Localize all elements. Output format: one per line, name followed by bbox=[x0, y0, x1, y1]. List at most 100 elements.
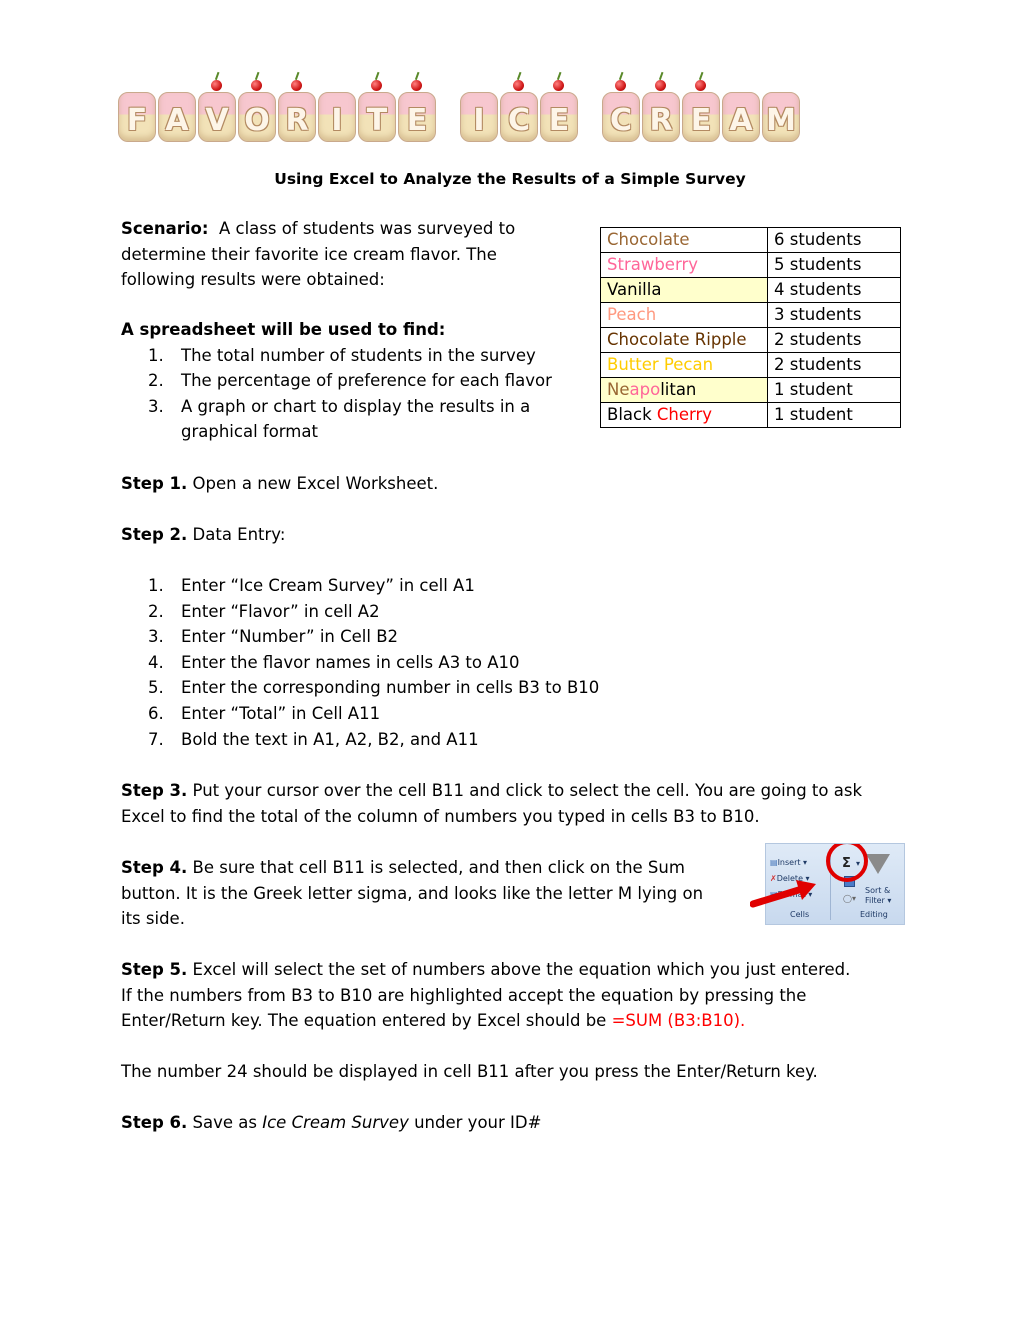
list-number: 4. bbox=[148, 652, 164, 672]
list-text: Enter “Number” in Cell B2 bbox=[181, 627, 399, 647]
count-cell: 1 student bbox=[767, 377, 901, 403]
list-item: 6. Enter “Total” in Cell A11 bbox=[121, 701, 681, 727]
banner-letter: T bbox=[358, 71, 396, 142]
step-5-text: Excel will select the set of numbers abo… bbox=[192, 960, 851, 979]
flavor-cell: Strawberry bbox=[600, 252, 768, 278]
banner-letter: V bbox=[198, 71, 236, 142]
list-number: 6. bbox=[148, 703, 164, 723]
list-item: 2. Enter “Flavor” in cell A2 bbox=[121, 599, 681, 625]
list-text: Enter “Total” in Cell A11 bbox=[181, 703, 381, 723]
step-5-label: Step 5. bbox=[121, 960, 188, 979]
list-text: Enter the flavor names in cells A3 to A1… bbox=[181, 652, 520, 672]
list-item: 4. Enter the flavor names in cells A3 to … bbox=[121, 650, 681, 676]
banner-letter: I bbox=[318, 80, 356, 142]
count-cell: 4 students bbox=[767, 277, 901, 303]
step-1-text: Open a new Excel Worksheet. bbox=[192, 474, 439, 493]
banner-letter: E bbox=[682, 71, 720, 142]
goals-heading: A spreadsheet will be used to find: bbox=[121, 320, 446, 339]
cherry-icon bbox=[513, 80, 524, 91]
list-item: graphical format bbox=[121, 419, 591, 445]
table-row: Butter Pecan 2 students bbox=[600, 352, 901, 378]
scenario-text: following results were obtained: bbox=[121, 270, 385, 290]
list-text: Enter the corresponding number in cells … bbox=[181, 678, 600, 698]
cells-group-label: Cells bbox=[790, 910, 810, 919]
cherry-icon bbox=[695, 80, 706, 91]
highlight-circle bbox=[826, 844, 868, 882]
banner-letter: A bbox=[722, 80, 760, 142]
step-5-text: Enter/Return key. The equation entered b… bbox=[121, 1011, 612, 1031]
goals-list: 1. The total number of students in the su… bbox=[121, 343, 591, 445]
flavor-results-table: Chocolate 6 students Strawberry 5 students V… bbox=[600, 227, 901, 428]
table-row: Black Cherry 1 student bbox=[600, 402, 901, 428]
cherry-icon bbox=[371, 80, 382, 91]
file-name: Ice Cream Survey bbox=[262, 1113, 409, 1132]
banner-letter: E bbox=[398, 71, 436, 142]
flavor-cell: Neapolitan bbox=[600, 377, 768, 403]
list-number: 1. bbox=[148, 576, 164, 595]
flavor-cell: Butter Pecan bbox=[600, 352, 768, 378]
flavor-text-part: litan bbox=[660, 380, 697, 399]
scenario-paragraph: Scenario: A class of students was survey… bbox=[121, 216, 591, 293]
cherry-icon bbox=[553, 80, 564, 91]
scenario-text: determine their favorite ice cream flavo… bbox=[121, 244, 497, 264]
step-6-text: Save as bbox=[192, 1113, 263, 1132]
step-3-label: Step 3. bbox=[121, 781, 188, 800]
step-1-label: Step 1. bbox=[121, 474, 188, 493]
goals-section: A spreadsheet will be used to find: 1. Th… bbox=[121, 317, 591, 445]
flavor-cell: Peach bbox=[600, 302, 768, 328]
list-item: 1. The total number of students in the su… bbox=[121, 343, 591, 369]
list-text: Enter “Ice Cream Survey” in cell A1 bbox=[181, 576, 475, 595]
red-arrow-icon bbox=[750, 880, 816, 908]
step-4: Step 4. Be sure that cell B11 is selecte… bbox=[121, 855, 761, 932]
flavor-cell: Chocolate bbox=[600, 227, 768, 253]
step-2-list-wrap: 1. Enter “Ice Cream Survey” in cell A1 2. E… bbox=[121, 573, 681, 752]
table-row: Peach 3 students bbox=[600, 302, 901, 328]
flavor-cell: Chocolate Ripple bbox=[600, 327, 768, 353]
list-number: 3. bbox=[148, 627, 164, 647]
list-number: 2. bbox=[148, 371, 164, 391]
list-number: 1. bbox=[148, 345, 164, 365]
flavor-text-part: Ne bbox=[607, 380, 630, 399]
banner-letter: E bbox=[540, 71, 578, 142]
flavor-cell: Vanilla bbox=[600, 277, 768, 303]
table-row: Neapolitan 1 student bbox=[600, 377, 901, 403]
count-cell: 5 students bbox=[767, 252, 901, 278]
table-row: Chocolate Ripple 2 students bbox=[600, 327, 901, 353]
flavor-text-part: Cherry bbox=[656, 405, 713, 424]
count-cell: 3 students bbox=[767, 302, 901, 328]
step-4-text: Be sure that cell B11 is selected, and t… bbox=[187, 858, 685, 877]
filter-funnel-icon bbox=[866, 854, 890, 874]
count-cell: 1 student bbox=[767, 402, 901, 428]
flavor-cell: Black Cherry bbox=[600, 402, 768, 428]
banner-title: FAVORITEICECREAM bbox=[118, 62, 903, 142]
list-text: A graph or chart to display the results … bbox=[181, 396, 531, 416]
list-text: Bold the text in A1, A2, B2, and A11 bbox=[181, 729, 479, 749]
filter-label: Filter ▾ bbox=[865, 896, 892, 905]
step-1: Step 1. Open a new Excel Worksheet. bbox=[121, 471, 438, 497]
list-text: Enter “Flavor” in cell A2 bbox=[181, 601, 380, 621]
step-3-text: Put your cursor over the cell B11 and cl… bbox=[192, 781, 862, 800]
list-item: 2. The percentage of preference for each … bbox=[121, 368, 591, 394]
list-item: 3. A graph or chart to display the result… bbox=[121, 394, 591, 420]
count-cell: 2 students bbox=[767, 327, 901, 353]
insert-button: ▤Insert ▾ bbox=[770, 858, 808, 867]
banner-letter: R bbox=[642, 71, 680, 142]
step-6-label: Step 6. bbox=[121, 1113, 188, 1132]
step-4-text: its side. bbox=[121, 909, 185, 929]
count-cell: 2 students bbox=[767, 352, 901, 378]
banner-letter: C bbox=[500, 71, 538, 142]
table-row: Strawberry 5 students bbox=[600, 252, 901, 278]
cherry-icon bbox=[291, 80, 302, 91]
banner-letter: A bbox=[158, 80, 196, 142]
clear-eraser-icon: ◯▾ bbox=[843, 894, 856, 903]
banner-letter: R bbox=[278, 71, 316, 142]
sum-formula: =SUM (B3:B10). bbox=[611, 1011, 746, 1031]
scenario-text: A class of students was surveyed to bbox=[218, 219, 516, 238]
step-4-label: Step 4. bbox=[121, 858, 188, 877]
editing-group-label: Editing bbox=[860, 910, 888, 919]
list-number: 2. bbox=[148, 601, 164, 621]
cherry-icon bbox=[655, 80, 666, 91]
table-row: Vanilla 4 students bbox=[600, 277, 901, 303]
cherry-icon bbox=[251, 80, 262, 91]
flavor-text-part: Black bbox=[607, 405, 657, 424]
